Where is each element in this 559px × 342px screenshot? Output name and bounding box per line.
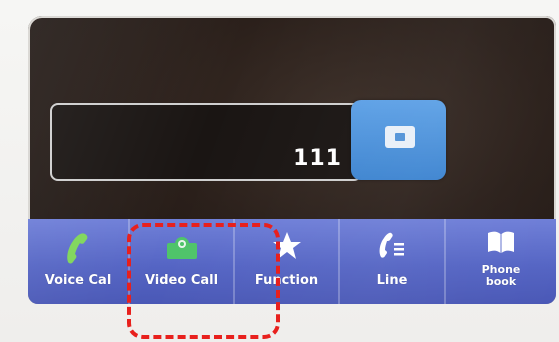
backspace-icon bbox=[385, 126, 415, 148]
photo-background: 111 Voice Cal Video Call Function Line P… bbox=[0, 0, 559, 342]
video-call-button[interactable]: Video Call bbox=[130, 219, 235, 304]
star-icon bbox=[272, 231, 302, 265]
phone-handset-icon bbox=[65, 231, 91, 269]
phonebook-button[interactable]: Phone book bbox=[446, 219, 556, 304]
voice-call-button[interactable]: Voice Cal bbox=[28, 219, 130, 304]
phone-screen: 111 Voice Cal Video Call Function Line P… bbox=[28, 16, 556, 304]
backspace-button[interactable] bbox=[351, 100, 446, 180]
phonebook-label: Phone book bbox=[481, 263, 521, 288]
video-camera-icon bbox=[165, 235, 199, 265]
function-label: Function bbox=[254, 273, 319, 288]
function-button[interactable]: Function bbox=[235, 219, 340, 304]
voice-call-label: Voice Cal bbox=[44, 273, 112, 288]
phonebook-icon bbox=[486, 229, 516, 259]
video-call-label: Video Call bbox=[144, 273, 219, 288]
line-button[interactable]: Line bbox=[340, 219, 446, 304]
line-icon bbox=[377, 231, 407, 265]
number-display[interactable]: 111 bbox=[50, 103, 362, 181]
dialed-number: 111 bbox=[293, 146, 342, 171]
bottom-toolbar: Voice Cal Video Call Function Line Phone… bbox=[28, 219, 556, 304]
line-label: Line bbox=[376, 273, 408, 288]
